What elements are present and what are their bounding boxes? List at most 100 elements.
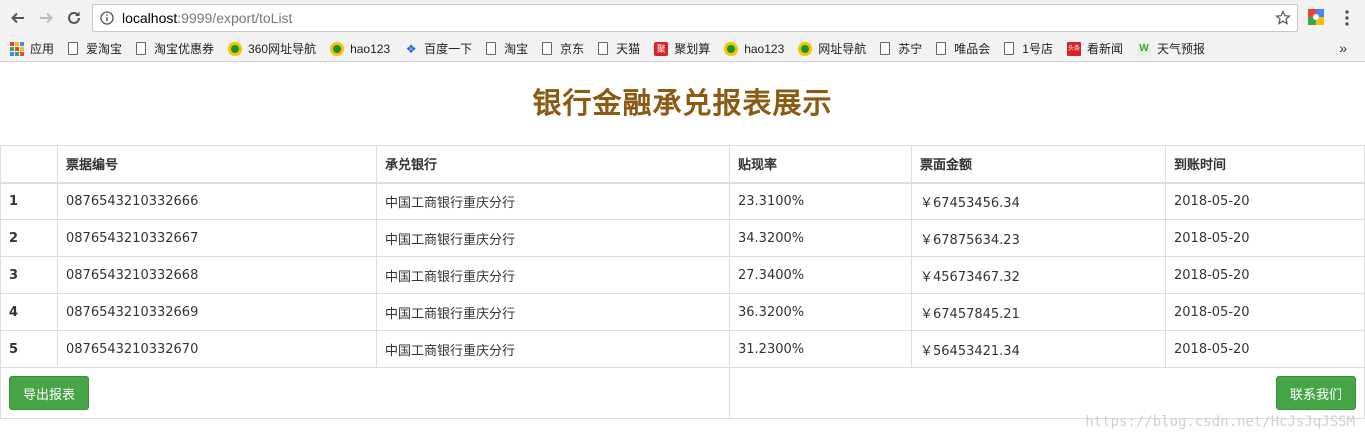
bookmark-suning[interactable]: 苏宁	[880, 40, 922, 57]
hao-icon	[724, 41, 739, 56]
row-index: 4	[0, 293, 58, 331]
page-title: 银行金融承兑报表展示	[532, 86, 833, 120]
discount-rate-cell: 34.3200%	[729, 219, 912, 257]
bookmark-label: 应用	[30, 42, 55, 56]
arrival-time-cell: 2018-05-20	[1165, 330, 1365, 368]
bank-cell: 中国工商银行重庆分行	[376, 330, 730, 368]
bookmark-label: 聚划算	[674, 42, 711, 56]
table-row: 1 0876543210332666 中国工商银行重庆分行 23.3100% ￥…	[0, 182, 1365, 220]
row-index: 2	[0, 219, 58, 257]
row-index: 1	[0, 182, 58, 220]
bill-number-cell: 0876543210332669	[57, 293, 377, 331]
page-icon	[936, 42, 947, 55]
bookmark-baidu[interactable]: ❖ 百度一下	[404, 40, 472, 57]
bill-number-cell: 0876543210332668	[57, 256, 377, 294]
bank-cell: 中国工商银行重庆分行	[376, 256, 730, 294]
back-button[interactable]	[7, 7, 29, 29]
contact-us-button[interactable]: 联系我们	[1275, 376, 1356, 410]
bookmark-label: 苏宁	[898, 42, 923, 56]
bookmark-label: 京东	[560, 42, 585, 56]
arrival-time-cell: 2018-05-20	[1165, 256, 1365, 294]
export-report-button[interactable]: 导出报表	[9, 376, 90, 410]
column-header-face-amount: 票面金额	[911, 145, 1166, 184]
column-header-arrival-time: 到账时间	[1165, 145, 1365, 184]
bookmark-label: 网址导航	[818, 42, 867, 56]
bookmark-label: 360网址导航	[248, 42, 317, 56]
row-index: 3	[0, 256, 58, 294]
bookmark-jd[interactable]: 京东	[542, 40, 584, 57]
bookmark-label: 爱淘宝	[86, 42, 123, 56]
table-row: 5 0876543210332670 中国工商银行重庆分行 31.2300% ￥…	[0, 330, 1365, 368]
bill-number-cell: 0876543210332670	[57, 330, 377, 368]
reload-button[interactable]	[63, 7, 85, 29]
more-menu-icon[interactable]	[1344, 9, 1350, 27]
bookmark-label: 淘宝	[504, 42, 529, 56]
bill-number-cell: 0876543210332666	[57, 182, 377, 220]
discount-rate-cell: 36.3200%	[729, 293, 912, 331]
bookmark-aitaobao[interactable]: 爱淘宝	[68, 40, 122, 57]
bookmark-label: 淘宝优惠券	[154, 42, 215, 56]
hao-icon	[228, 41, 243, 56]
bookmark-360[interactable]: 360网址导航	[228, 40, 316, 57]
forward-button[interactable]	[35, 7, 57, 29]
bookmark-news[interactable]: 头条 看新闻	[1066, 40, 1123, 57]
hao-icon	[798, 41, 813, 56]
column-header-discount-rate: 贴现率	[729, 145, 912, 184]
bookmark-apps[interactable]: 应用	[10, 40, 54, 57]
bookmark-tmall[interactable]: 天猫	[598, 40, 640, 57]
extension-icon[interactable]	[1307, 8, 1325, 26]
arrival-time-cell: 2018-05-20	[1165, 182, 1365, 220]
news-icon: 头条	[1066, 41, 1081, 56]
discount-rate-cell: 27.3400%	[729, 256, 912, 294]
footer-right-cell: 联系我们	[729, 367, 1365, 419]
discount-rate-cell: 31.2300%	[729, 330, 912, 368]
bookmark-label: hao123	[744, 41, 785, 56]
footer-left-cell: 导出报表	[0, 367, 730, 419]
reload-icon	[68, 11, 80, 24]
bookmark-hao123-2[interactable]: hao123	[724, 41, 785, 56]
column-header-bank: 承兑银行	[376, 145, 730, 184]
bank-cell: 中国工商银行重庆分行	[376, 182, 730, 220]
page-icon	[68, 42, 79, 55]
bookmark-label: 1号店	[1022, 42, 1053, 56]
table-row: 3 0876543210332668 中国工商银行重庆分行 27.3400% ￥…	[0, 256, 1365, 294]
page-icon	[542, 42, 553, 55]
bookmark-hao123[interactable]: hao123	[330, 41, 391, 56]
bookmark-label: 百度一下	[424, 42, 473, 56]
bookmarks-bar: 应用 爱淘宝 淘宝优惠券 360网址导航 hao123 ❖ 百度一下 淘宝 京东…	[0, 36, 1365, 62]
hao-icon	[330, 41, 345, 56]
page-icon	[136, 42, 147, 55]
bookmark-label: 天猫	[616, 42, 641, 56]
browser-toolbar: localhost:9999/export/toList	[0, 0, 1365, 36]
face-amount-cell: ￥67875634.23	[911, 219, 1166, 257]
back-arrow-icon	[11, 12, 24, 24]
page-icon	[1004, 42, 1015, 55]
table-row: 4 0876543210332669 中国工商银行重庆分行 36.3200% ￥…	[0, 293, 1365, 331]
bookmark-juhuasuan[interactable]: 聚 聚划算	[654, 40, 710, 57]
face-amount-cell: ￥67453456.34	[911, 182, 1166, 220]
bill-number-cell: 0876543210332667	[57, 219, 377, 257]
more-bookmarks-chevron-icon[interactable]: »	[1339, 40, 1347, 56]
bank-cell: 中国工商银行重庆分行	[376, 219, 730, 257]
bookmark-yhd[interactable]: 1号店	[1004, 40, 1053, 57]
apps-grid-icon	[10, 41, 24, 56]
table-header-row: 票据编号 承兑银行 贴现率 票面金额 到账时间	[0, 145, 1365, 184]
info-icon[interactable]	[100, 11, 114, 25]
bookmark-star-icon[interactable]	[1275, 10, 1291, 26]
address-bar[interactable]: localhost:9999/export/toList	[92, 4, 1298, 32]
bookmark-url-nav[interactable]: 网址导航	[798, 40, 866, 57]
page-icon	[598, 42, 609, 55]
forward-arrow-icon	[40, 12, 53, 24]
bookmark-weather[interactable]: W 天气预报	[1137, 40, 1205, 57]
bookmark-taobao[interactable]: 淘宝	[486, 40, 528, 57]
discount-rate-cell: 23.3100%	[729, 182, 912, 220]
bookmark-taobao-coupon[interactable]: 淘宝优惠券	[136, 40, 214, 57]
bookmark-label: hao123	[350, 41, 391, 56]
arrival-time-cell: 2018-05-20	[1165, 293, 1365, 331]
bookmark-vip[interactable]: 唯品会	[936, 40, 990, 57]
report-table: 票据编号 承兑银行 贴现率 票面金额 到账时间 1 08765432103326…	[0, 145, 1365, 419]
page-icon	[880, 42, 891, 55]
arrival-time-cell: 2018-05-20	[1165, 219, 1365, 257]
url-text: localhost:9999/export/toList	[122, 10, 293, 26]
face-amount-cell: ￥67457845.21	[911, 293, 1166, 331]
